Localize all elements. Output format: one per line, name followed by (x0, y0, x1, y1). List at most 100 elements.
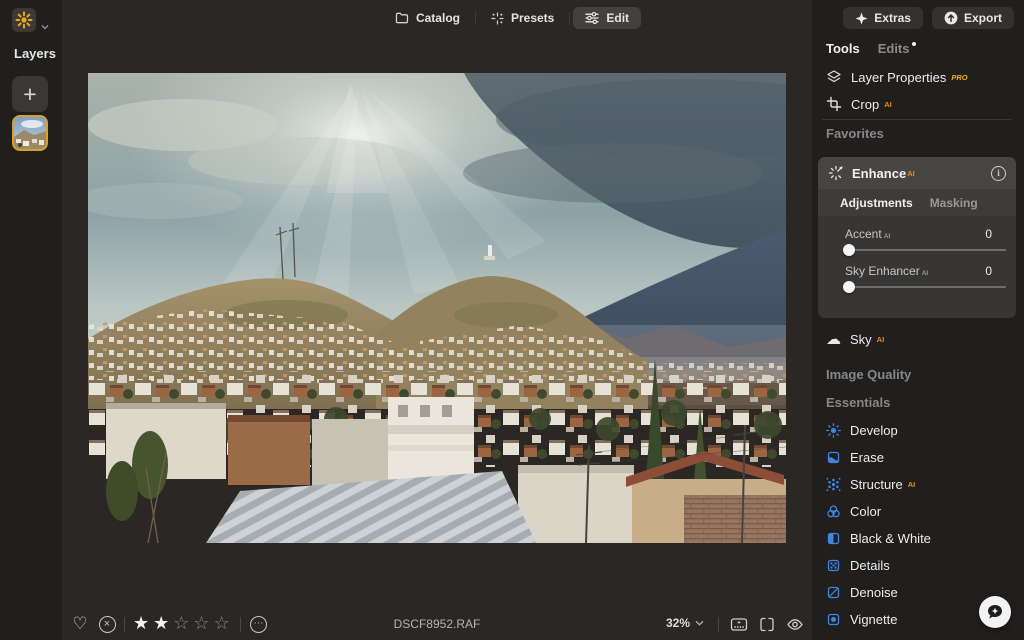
details-grid-icon (826, 558, 841, 573)
chevron-down-icon (41, 24, 49, 30)
black-white-icon (826, 531, 841, 546)
mode-switcher: Catalog Presets Edit (383, 7, 641, 29)
tab-edits[interactable]: Edits (878, 41, 916, 56)
tool-item-denoise[interactable]: Denoise (826, 584, 898, 600)
accent-label: Accent (845, 227, 882, 241)
structure-label: Structure (850, 477, 903, 492)
add-layer-button[interactable]: + (12, 76, 48, 112)
structure-dots-icon (826, 477, 841, 492)
tab-edits-label: Edits (878, 41, 910, 56)
crop-label: Crop (851, 97, 879, 112)
sky-enhancer-value: 0 (985, 264, 1006, 278)
vignette-icon (826, 612, 841, 627)
tab-tools[interactable]: Tools (826, 41, 860, 56)
zoom-level-control[interactable]: 32% (666, 612, 704, 634)
tool-item-develop[interactable]: Develop (826, 422, 898, 438)
cloud-icon: ☁ (826, 332, 841, 347)
color-circles-icon (826, 504, 841, 519)
ai-badge: AI (877, 335, 885, 344)
ai-badge: AI (908, 480, 916, 489)
edits-unsaved-dot (912, 42, 916, 46)
tab-catalog[interactable]: Catalog (383, 7, 472, 29)
black-white-label: Black & White (850, 531, 931, 546)
luminar-sun-icon (14, 10, 34, 30)
tab-edit[interactable]: Edit (573, 7, 641, 29)
sky-enhancer-slider-handle[interactable] (843, 281, 855, 293)
sky-enhancer-label: Sky Enhancer (845, 264, 920, 278)
accent-value: 0 (985, 227, 1006, 241)
denoise-icon (826, 585, 841, 600)
crop-icon (826, 96, 842, 112)
sky-label: Sky (850, 332, 872, 347)
tab-label: Edit (606, 11, 629, 25)
info-glyph: i (997, 168, 1000, 178)
accent-slider-track[interactable] (845, 249, 1006, 251)
chat-sparkle-icon (986, 603, 1004, 621)
tool-item-black-white[interactable]: Black & White (826, 530, 931, 546)
ai-badge: AI (907, 169, 915, 178)
crop-item[interactable]: Crop AI (826, 96, 892, 112)
photo-canvas[interactable] (88, 73, 786, 543)
tab-adjustments[interactable]: Adjustments (840, 196, 913, 210)
luminosity-panel-button[interactable] (728, 613, 750, 635)
tab-label: Presets (511, 11, 554, 25)
info-icon[interactable]: i (991, 166, 1006, 181)
enhance-body: Accent AI 0 Sky Enhancer AI 0 (818, 216, 1016, 288)
enhance-panel: Enhance AI i Adjustments Masking Accent … (818, 157, 1016, 318)
bottom-divider (718, 617, 719, 632)
tab-label: Catalog (416, 11, 460, 25)
export-button[interactable]: Export (932, 7, 1014, 29)
right-panel-divider (822, 119, 1012, 120)
four-point-star-icon (855, 12, 868, 25)
feedback-fab-button[interactable] (979, 596, 1011, 628)
ai-badge: AI (884, 233, 891, 240)
sliders-icon (585, 12, 599, 24)
preview-eye-button[interactable] (784, 613, 806, 635)
heart-icon: ♡ (72, 614, 87, 634)
right-panel-tabs: Tools Edits (826, 41, 916, 56)
tool-item-details[interactable]: Details (826, 557, 890, 573)
layer-properties-item[interactable]: Layer Properties PRO (826, 69, 968, 85)
erase-label: Erase (850, 450, 884, 465)
app-logo-button[interactable] (12, 8, 36, 32)
tool-item-color[interactable]: Color (826, 503, 881, 519)
extras-button[interactable]: Extras (843, 7, 923, 29)
panel-dots-icon (730, 616, 748, 633)
color-label: Color (850, 504, 881, 519)
layers-icon (826, 69, 842, 85)
tool-item-sky[interactable]: ☁ Sky AI (826, 331, 884, 347)
eye-icon (786, 616, 804, 633)
extras-label: Extras (874, 11, 911, 25)
tab-presets[interactable]: Presets (479, 7, 566, 29)
tool-item-structure[interactable]: Structure AI (826, 476, 915, 492)
layers-panel-title: Layers (14, 46, 56, 61)
layer-properties-label: Layer Properties (851, 70, 946, 85)
enhance-title: Enhance (852, 166, 906, 181)
plus-icon: + (23, 83, 36, 106)
tool-item-vignette[interactable]: Vignette (826, 611, 897, 627)
accent-slider: Accent AI 0 (845, 227, 1006, 251)
tool-item-erase[interactable]: Erase (826, 449, 884, 465)
enhance-header[interactable]: Enhance AI i (818, 157, 1016, 189)
nav-divider (475, 12, 476, 25)
develop-label: Develop (850, 423, 898, 438)
zoom-level-value: 32% (666, 616, 690, 630)
enhance-ai-icon (828, 165, 844, 181)
essentials-header: Essentials (826, 395, 890, 410)
details-label: Details (850, 558, 890, 573)
export-up-arrow-icon (944, 11, 958, 25)
accent-slider-handle[interactable] (843, 244, 855, 256)
layer-thumbnail-image (14, 117, 46, 149)
layer-thumbnail-selected[interactable] (12, 115, 48, 151)
logo-menu-chevron[interactable] (41, 17, 49, 35)
compare-icon (758, 616, 776, 633)
tab-masking[interactable]: Masking (930, 196, 978, 210)
nav-divider (569, 12, 570, 25)
presets-sparkle-icon (491, 12, 504, 25)
ai-badge: AI (922, 270, 929, 277)
folder-icon (395, 12, 409, 24)
develop-sun-icon (826, 423, 841, 438)
erase-icon (826, 450, 841, 465)
sky-enhancer-slider-track[interactable] (845, 286, 1006, 288)
compare-before-after-button[interactable] (756, 613, 778, 635)
